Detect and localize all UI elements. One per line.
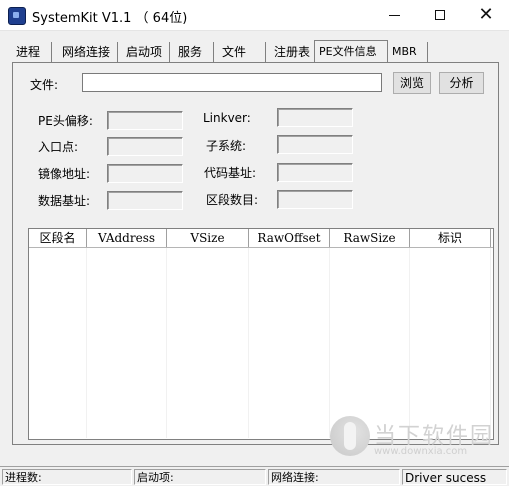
linkver-field [277,108,353,127]
pe-header-offset-field [107,111,183,130]
table-body [29,248,493,438]
column-header-flags[interactable]: 标识 [410,229,491,247]
column-header-vaddress[interactable]: VAddress [87,229,167,247]
subsystem-field [277,135,353,154]
watermark: 当下软件园 www.downxia.com [330,416,500,466]
minimize-button[interactable] [371,0,417,30]
tab-processes[interactable]: 进程 [12,42,52,62]
minimize-icon [388,14,400,16]
status-network-count: 网络连接: [268,469,400,485]
data-base-field [107,191,183,210]
close-button[interactable]: ✕ [463,0,509,30]
tab-mbr[interactable]: MBR [388,42,428,62]
code-base-field [277,163,353,182]
analyze-button[interactable]: 分析 [439,72,484,94]
maximize-icon [435,10,445,20]
section-count-field [277,190,353,209]
column-header-section-name[interactable]: 区段名 [29,229,87,247]
maximize-button[interactable] [417,0,463,30]
tab-startup[interactable]: 启动项 [122,42,170,62]
subsystem-label: 子系统: [206,139,247,153]
column-header-rawoffset[interactable]: RawOffset [249,229,330,247]
tab-pe-info[interactable]: PE文件信息 [314,40,388,63]
code-base-label: 代码基址: [204,166,257,180]
data-base-label: 数据基址: [38,194,91,208]
close-icon: ✕ [478,4,494,25]
sections-table[interactable]: 区段名 VAddress VSize RawOffset RawSize 标识 [28,228,494,440]
tab-strip: 进程 网络连接 启动项 服务 文件 注册表 PE文件信息 MBR [12,40,492,63]
status-startup-count: 启动项: [134,469,266,485]
watermark-url: www.downxia.com [374,446,468,457]
image-base-field [107,164,183,183]
file-label: 文件: [30,78,59,92]
window-title: SystemKit V1.1 （ 64位) [32,11,188,26]
tab-files[interactable]: 文件 [218,42,266,62]
status-bar: 进程数: 启动项: 网络连接: Driver sucess [0,466,509,486]
file-path-input[interactable] [82,73,382,92]
table-header: 区段名 VAddress VSize RawOffset RawSize 标识 [29,229,493,248]
image-base-label: 镜像地址: [38,167,91,181]
entry-point-label: 入口点: [38,140,79,154]
title-bar: SystemKit V1.1 （ 64位) ✕ [0,0,509,31]
watermark-logo-icon [330,416,370,456]
status-driver: Driver sucess [402,469,507,485]
tab-registry[interactable]: 注册表 [270,42,320,62]
column-header-rawsize[interactable]: RawSize [330,229,410,247]
status-process-count: 进程数: [2,469,132,485]
app-icon [8,7,26,25]
pe-header-offset-label: PE头偏移: [38,114,93,128]
column-header-vsize[interactable]: VSize [167,229,249,247]
browse-button[interactable]: 浏览 [393,72,431,94]
section-count-label: 区段数目: [206,193,259,207]
tab-network[interactable]: 网络连接 [58,42,118,62]
linkver-label: Linkver: [203,111,251,125]
entry-point-field [107,137,183,156]
tab-services[interactable]: 服务 [174,42,214,62]
